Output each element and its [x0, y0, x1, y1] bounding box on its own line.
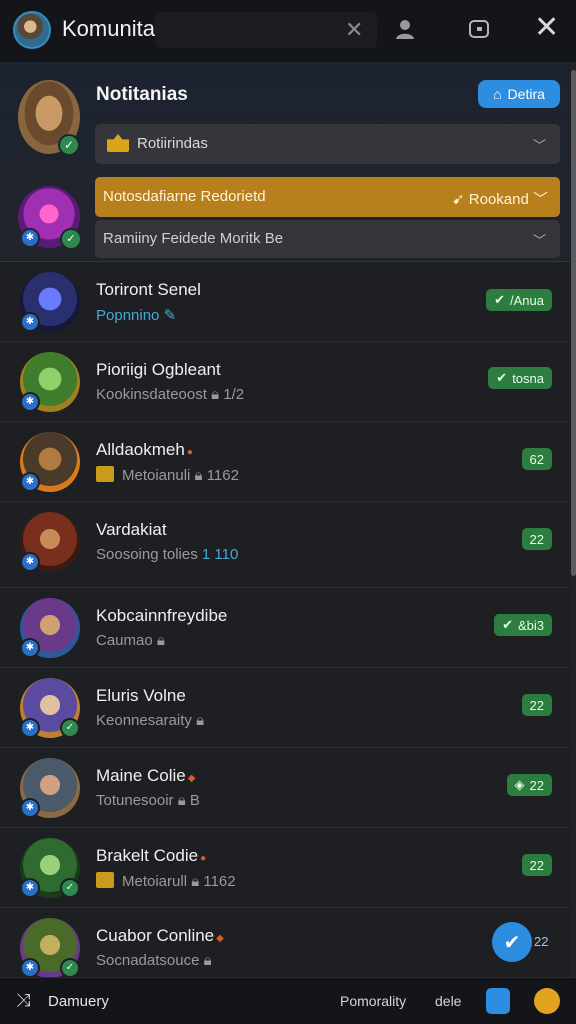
list-item[interactable]: ✱ Toriront Senel Popnnino ✎ ✔/Anua: [0, 262, 570, 342]
confirm-fab-button[interactable]: ✔: [492, 922, 532, 962]
lock-icon: 🔒︎: [177, 792, 186, 809]
status-badge: ◈ 22: [506, 774, 552, 796]
role-badge-icon: ✱: [20, 392, 40, 412]
member-status: Soosoing tolies: [96, 546, 198, 563]
list-item[interactable]: ✱ ✓ Eluris Volne Keonnesaraity 🔒︎ 22: [0, 668, 570, 748]
online-badge-icon: ✓: [58, 134, 80, 156]
user-icon[interactable]: [390, 14, 420, 44]
lock-icon: 🔒︎: [191, 873, 200, 890]
role-badge-icon: ✱: [20, 958, 40, 977]
role-badge-icon: ✱: [20, 718, 40, 738]
status-badge: 22: [521, 694, 552, 716]
status-badge: 62: [521, 448, 552, 470]
crown-icon: [107, 134, 129, 152]
home-icon: ⌂: [493, 86, 502, 102]
status-badge: ✔ tosna: [488, 367, 552, 389]
bottom-bar: ⤨ Damuery Pomorality dele: [0, 977, 576, 1024]
member-status: Keonnesaraity: [96, 712, 192, 729]
online-badge-icon: ✓: [60, 878, 80, 898]
boost-icon: ➹: [452, 191, 465, 208]
shuffle-icon[interactable]: ⤨: [16, 990, 30, 1011]
member-status: Kookinsdateoost: [96, 386, 207, 403]
chevron-down-icon: ﹀: [533, 233, 547, 248]
member-status: Socnadatsouce: [96, 952, 200, 969]
member-status: Caumao: [96, 632, 153, 649]
featured-item[interactable]: Notosdafiarne Redorietd ➹ Rookand ﹀: [95, 177, 560, 217]
list-item[interactable]: ✱ Alldaokmeh ● Metoianuli 🔒︎ 1162 62: [0, 422, 570, 502]
page-title: Komunitas: [62, 16, 166, 41]
list-item[interactable]: ✱ Pioriigi Ogbleant Kookinsdateoost 🔒︎ 1…: [0, 342, 570, 422]
online-badge-icon: ✓: [60, 228, 82, 250]
bottom-label[interactable]: Damuery: [48, 993, 109, 1010]
flame-icon: ●: [200, 853, 207, 864]
shield-icon: ◈: [514, 777, 525, 792]
list-item[interactable]: ✱ Maine Colie ◆ Totunesooir 🔒︎ B ◈ 22: [0, 748, 570, 828]
gem-icon: ◆: [216, 933, 224, 944]
bottom-link-2[interactable]: dele: [435, 993, 461, 1009]
role-badge-icon: ✱: [20, 638, 40, 658]
member-status: Metoianuli: [122, 467, 191, 484]
chevron-down-icon: ﹀: [532, 191, 548, 208]
lock-icon: 🔒︎: [211, 386, 220, 403]
role-badge-icon: ✱: [20, 552, 40, 572]
check-icon: ✔: [494, 292, 506, 307]
role-badge-icon: ✱: [20, 472, 40, 492]
status-badge: 22: [521, 528, 552, 550]
member-status: Metoiarull: [122, 873, 188, 890]
check-icon: ✔: [496, 370, 508, 385]
notes-button[interactable]: [486, 988, 510, 1014]
fab-count: 22: [534, 934, 549, 949]
status-badge: ✔/Anua: [486, 289, 552, 311]
flame-icon: ●: [186, 447, 193, 458]
list-item[interactable]: ✱ ✓ Cuabor Conline ◆ Socnadatsouce 🔒︎: [0, 908, 570, 977]
role-badge-icon: ✱: [20, 228, 40, 248]
category-dropdown[interactable]: Rotiirindas ﹀: [95, 124, 560, 164]
list-item[interactable]: ✱ ✓ Brakelt Codie ● Metoiarull 🔒︎ 1162 22: [0, 828, 570, 908]
trophy-icon: [96, 466, 114, 482]
community-list: ✓ Notitanias ⌂ Detira Rotiirindas ﹀ ✱ ✓ …: [0, 62, 576, 977]
lock-icon: 🔒︎: [196, 712, 205, 729]
close-icon[interactable]: ✕: [534, 12, 559, 44]
online-badge-icon: ✓: [60, 718, 80, 738]
chevron-down-icon: ﹀: [533, 138, 547, 153]
status-badge: 22: [521, 854, 552, 876]
role-badge-icon: ✱: [20, 798, 40, 818]
lock-icon: 🔒︎: [194, 467, 203, 484]
search-input[interactable]: [155, 12, 377, 48]
check-icon: ✔: [502, 617, 513, 632]
detail-button[interactable]: ⌂ Detira: [478, 80, 560, 108]
filter-dropdown[interactable]: Ramiiny Feidede Moritk Be ﹀: [95, 220, 560, 258]
check-icon: ✔: [503, 931, 521, 954]
section-title: Notitanias: [96, 84, 188, 105]
trophy-icon: [96, 872, 114, 888]
clear-search-icon[interactable]: ✕: [345, 18, 363, 42]
gem-icon: ◆: [187, 773, 196, 784]
role-badge-icon: ✱: [20, 878, 40, 898]
edit-icon: ✎: [163, 307, 177, 324]
member-status: Popnnino: [96, 307, 160, 324]
lock-icon: 🔒︎: [156, 632, 165, 649]
list-item[interactable]: ✱ Vardakiat Soosoing tolies 1 110 22: [0, 502, 570, 588]
lock-icon: 🔒︎: [203, 952, 212, 969]
community-avatar[interactable]: [13, 11, 51, 49]
featured-action[interactable]: ➹ Rookand ﹀: [452, 188, 548, 209]
window-icon[interactable]: [464, 14, 494, 44]
online-badge-icon: ✓: [60, 958, 80, 977]
list-item[interactable]: ✱ Kobcainnfreydibe Caumao 🔒︎ ✔ &bi3: [0, 588, 570, 668]
hero-section: ✓ Notitanias ⌂ Detira Rotiirindas ﹀ ✱ ✓ …: [0, 62, 570, 262]
bottom-link-1[interactable]: Pomorality: [340, 993, 406, 1009]
member-status: Totunesooir: [96, 792, 174, 809]
coin-button[interactable]: [534, 988, 560, 1014]
status-badge: ✔ &bi3: [494, 614, 552, 636]
role-badge-icon: ✱: [20, 312, 40, 332]
top-bar: Komunitas ✕ ✕: [0, 0, 576, 62]
scrollbar-thumb[interactable]: [571, 70, 576, 576]
